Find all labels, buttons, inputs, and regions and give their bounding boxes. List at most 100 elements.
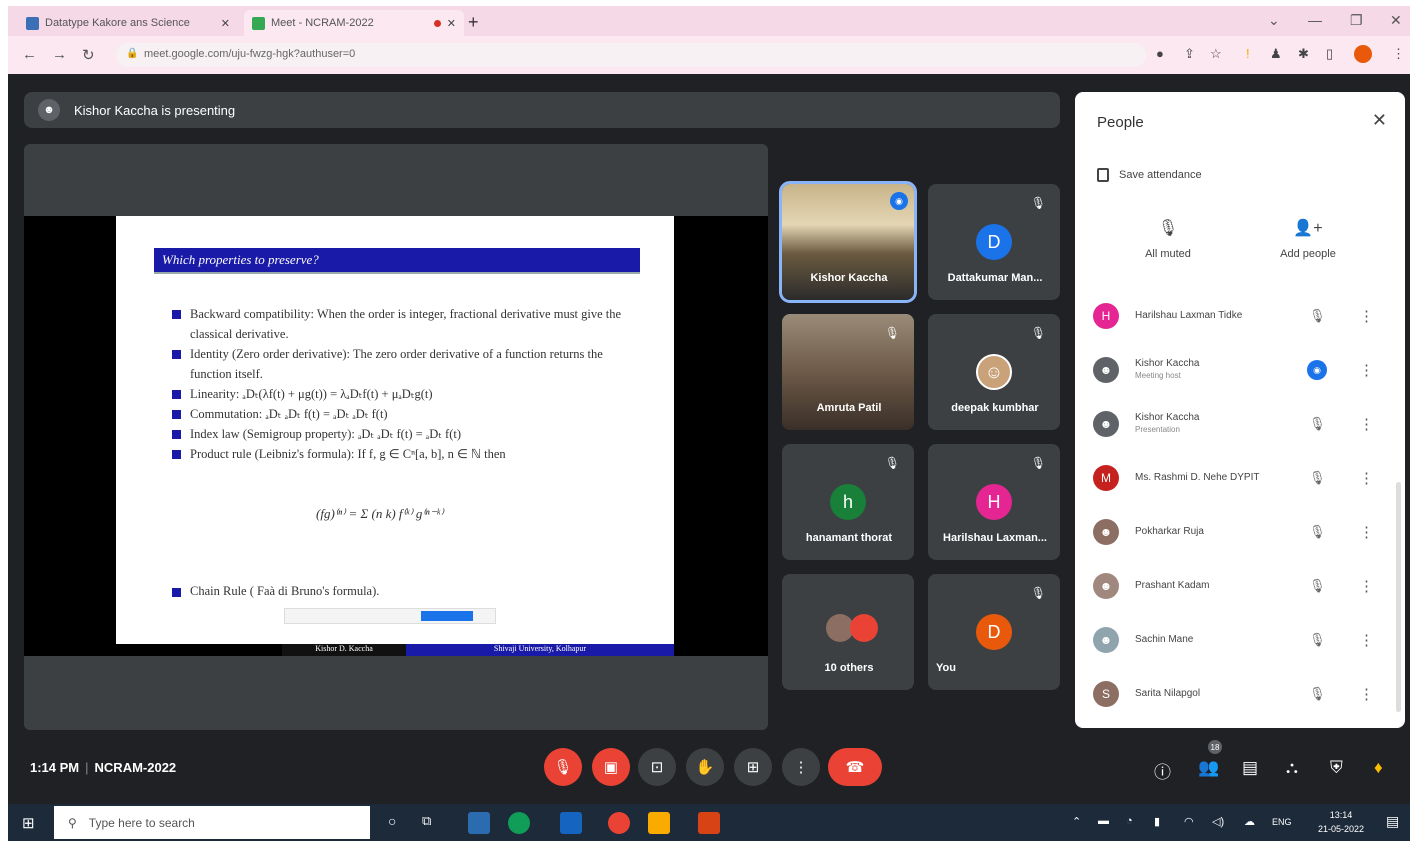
participant-row[interactable]: ☻ Kishor Kaccha Presentation 🎙︎ ⋮ (1093, 402, 1393, 446)
slide-bullet: Index law (Semigroup property): ₐDₜ ₐDₜ … (172, 424, 642, 444)
participant-row[interactable]: ☻ Kishor Kaccha Meeting host ◉ ⋮ (1093, 348, 1393, 392)
stop-sharing-button[interactable] (421, 611, 473, 621)
raise-hand-button[interactable]: ✋ (686, 748, 724, 786)
notifications-icon[interactable]: ▤ (1386, 813, 1399, 830)
language-indicator[interactable]: ENG (1272, 817, 1292, 827)
participant-row[interactable]: H Harilshau Laxman Tidke 🎙︎ ⋮ (1093, 294, 1393, 338)
participant-tile-others[interactable]: 10 others (782, 574, 914, 690)
more-options-icon[interactable]: ⋮ (1359, 469, 1374, 487)
more-options-icon[interactable]: ⋮ (1359, 631, 1374, 649)
participant-tile-harilshau[interactable]: 🎙︎ H Harilshau Laxman... (928, 444, 1060, 560)
muted-mic-icon[interactable]: 🎙︎ (1309, 524, 1326, 540)
participant-tile-kishor[interactable]: ◉ Kishor Kaccha (779, 181, 917, 303)
participant-row[interactable]: ☻ Sachin Mane 🎙︎ ⋮ (1093, 618, 1393, 662)
store-icon[interactable] (560, 812, 582, 834)
participant-name: Ms. Rashmi D. Nehe DYPIT (1135, 472, 1260, 483)
network-icon[interactable]: ◔ (1126, 815, 1133, 827)
tray-overflow-icon[interactable]: ⌃ (1072, 815, 1081, 828)
onedrive-icon[interactable]: ☁ (1244, 815, 1255, 828)
muted-mic-icon[interactable]: 🎙︎ (1309, 632, 1326, 648)
present-now-button[interactable]: ⊞ (734, 748, 772, 786)
back-icon[interactable]: ← (22, 46, 37, 63)
profile-avatar[interactable] (1354, 45, 1372, 63)
maximize-button[interactable]: ❐ (1350, 12, 1363, 29)
extension-yellow-icon[interactable]: ♦ (1374, 758, 1383, 778)
participant-row[interactable]: S Sarita Nilapgol 🎙︎ ⋮ (1093, 672, 1393, 716)
more-options-icon[interactable]: ⋮ (1359, 415, 1374, 433)
participant-avatar: ☻ (1093, 573, 1119, 599)
mute-all-button[interactable]: 🎙︎ All muted (1123, 218, 1213, 260)
meeting-details-icon[interactable]: ⓘ (1154, 758, 1171, 783)
minimize-button[interactable]: — (1308, 12, 1322, 28)
task-view-icon[interactable]: ⧉ (422, 813, 431, 829)
close-tab-icon[interactable]: ✕ (221, 17, 230, 30)
folder-icon[interactable] (648, 812, 670, 834)
participant-tile-you[interactable]: 🎙︎ D You (928, 574, 1060, 690)
more-options-icon[interactable]: ⋮ (1359, 577, 1374, 595)
more-options-icon[interactable]: ⋮ (1359, 307, 1374, 325)
more-options-button[interactable]: ⋮ (782, 748, 820, 786)
muted-mic-icon[interactable]: 🎙︎ (1309, 470, 1326, 486)
close-icon[interactable]: ✕ (1372, 110, 1387, 131)
camera-indicator-icon[interactable]: ● (1156, 46, 1164, 61)
tab-title: Datatype Kakore ans Science (45, 17, 190, 29)
pen-icon[interactable]: ▮ (1154, 815, 1160, 828)
chrome-icon[interactable] (608, 812, 630, 834)
side-panel-icon[interactable]: ▯ (1326, 46, 1333, 62)
muted-mic-icon[interactable]: 🎙︎ (1309, 308, 1326, 324)
url-field[interactable]: 🔒 meet.google.com/uju-fwzg-hgk?authuser=… (116, 43, 1146, 67)
extensions-puzzle-icon[interactable]: ✱ (1298, 46, 1309, 62)
extension-icon[interactable]: ! (1246, 46, 1250, 61)
forward-icon[interactable]: → (52, 46, 67, 63)
more-options-icon[interactable]: ⋮ (1359, 361, 1374, 379)
taskbar-search-box[interactable]: ⚲ Type here to search (54, 806, 370, 839)
presentation-audio-icon[interactable]: 🎙︎ (1309, 416, 1326, 432)
taskbar-clock[interactable]: 13:14 21-05-2022 (1318, 808, 1364, 836)
edge-icon[interactable] (508, 812, 530, 834)
captions-button[interactable]: ⊡ (638, 748, 676, 786)
battery-icon[interactable]: ▬ (1098, 815, 1109, 827)
cortana-icon[interactable]: ○ (388, 813, 396, 829)
browser-tab-active[interactable]: Meet - NCRAM-2022 ✕ (244, 10, 464, 36)
volume-icon[interactable]: ◁) (1212, 815, 1224, 828)
windows-start-icon[interactable]: ⊞ (22, 814, 35, 832)
participant-tile-hanamant[interactable]: 🎙︎ h hanamant thorat (782, 444, 914, 560)
participant-tile-deepak[interactable]: 🎙︎ ☺ deepak kumbhar (928, 314, 1060, 430)
wifi-icon[interactable]: ◠ (1184, 815, 1194, 828)
new-tab-button[interactable]: + (468, 12, 479, 33)
host-controls-icon[interactable]: ⛨ (1330, 758, 1343, 778)
add-people-button[interactable]: 👤+ Add people (1263, 218, 1353, 260)
participant-row[interactable]: ☻ Prashant Kadam 🎙︎ ⋮ (1093, 564, 1393, 608)
close-tab-icon[interactable]: ✕ (447, 17, 456, 30)
participant-tile-dattakumar[interactable]: 🎙︎ D Dattakumar Man... (928, 184, 1060, 300)
people-list-scrollbar[interactable] (1396, 482, 1401, 712)
bookmark-star-icon[interactable]: ☆ (1210, 46, 1222, 62)
people-icon[interactable]: 👥 (1198, 758, 1219, 778)
more-options-icon[interactable]: ⋮ (1359, 685, 1374, 703)
save-attendance-button[interactable]: Save attendance (1097, 168, 1202, 182)
leave-call-button[interactable]: ☎ (828, 748, 882, 786)
powerpoint-icon[interactable] (698, 812, 720, 834)
more-options-icon[interactable]: ⋮ (1359, 523, 1374, 541)
file-explorer-icon[interactable] (468, 812, 490, 834)
tab-search-icon[interactable]: ⌄ (1268, 12, 1280, 29)
extension-icon[interactable]: ♟ (1270, 46, 1282, 62)
close-window-button[interactable]: ✕ (1390, 12, 1402, 29)
chat-icon[interactable]: ▤ (1242, 758, 1258, 778)
participant-tile-amruta[interactable]: 🎙︎ Amruta Patil (782, 314, 914, 430)
browser-tab[interactable]: Datatype Kakore ans Science ✕ (18, 10, 238, 36)
browser-menu-icon[interactable]: ⋮ (1392, 46, 1405, 62)
muted-mic-icon[interactable]: 🎙︎ (1309, 578, 1326, 594)
participant-row[interactable]: ☻ Pokharkar Ruja 🎙︎ ⋮ (1093, 510, 1393, 554)
participant-row[interactable]: M Ms. Rashmi D. Nehe DYPIT 🎙︎ ⋮ (1093, 456, 1393, 500)
activities-icon[interactable]: ⛬ (1286, 758, 1298, 778)
meet-favicon-icon (252, 16, 265, 30)
meeting-name: NCRAM-2022 (94, 760, 177, 775)
share-icon[interactable]: ⇪ (1184, 46, 1195, 62)
reload-icon[interactable]: ↻ (82, 46, 95, 64)
screen-share-control[interactable] (284, 608, 496, 624)
muted-mic-icon[interactable]: 🎙︎ (1309, 686, 1326, 702)
camera-toggle-button[interactable]: ▣ (592, 748, 630, 786)
mic-toggle-button[interactable]: 🎙︎ (544, 748, 582, 786)
others-avatars (849, 614, 878, 642)
